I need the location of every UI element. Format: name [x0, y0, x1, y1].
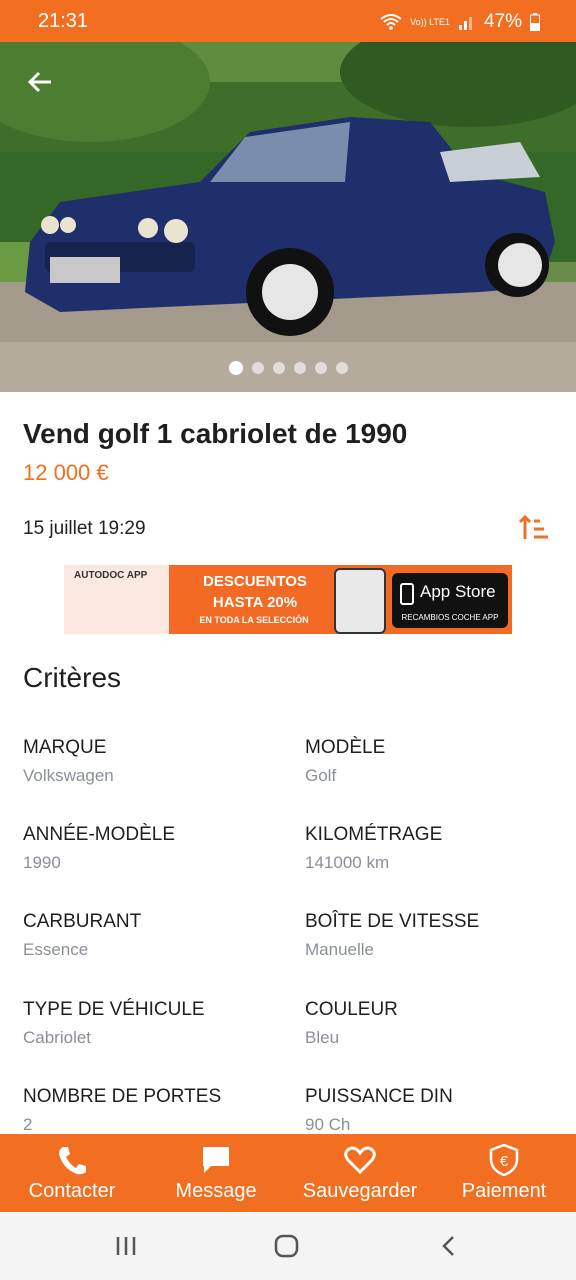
back-nav-icon[interactable]: [438, 1234, 458, 1258]
system-nav-bar: [0, 1212, 576, 1280]
app-store-badge[interactable]: App Store RECAMBIOS COCHE APP: [392, 573, 508, 628]
sort-button[interactable]: [518, 513, 550, 543]
criteria-value: Golf: [305, 766, 337, 785]
criteria-value: Essence: [23, 940, 89, 959]
listing-title: Vend golf 1 cabriolet de 1990: [23, 418, 408, 449]
criteria-label: NOMBRE DE PORTES: [23, 1086, 222, 1107]
car-photo[interactable]: [0, 42, 576, 392]
payment-label: Paiement: [461, 1180, 547, 1202]
action-bar: Contacter Message Sauvegarder € Paiement: [0, 1134, 576, 1212]
gallery-dot[interactable]: [251, 362, 264, 374]
contact-button[interactable]: Contacter: [0, 1134, 144, 1212]
criteria-item: COULEUR Bleu: [305, 999, 575, 1048]
ad-subtext: EN TODA LA SELECCIÓN: [199, 615, 309, 625]
save-label: Sauvegarder: [302, 1180, 418, 1202]
heart-icon: [344, 1146, 376, 1175]
criteria-label: TYPE DE VÉHICULE: [23, 999, 205, 1020]
payment-button[interactable]: € Paiement: [432, 1134, 576, 1212]
criteria-value: 1990: [23, 853, 61, 872]
wifi-icon: [380, 14, 402, 30]
criteria-heading: Critères: [23, 662, 122, 693]
listing-price: 12 000 €: [23, 460, 109, 485]
criteria-label: MODÈLE: [305, 737, 386, 758]
criteria-value: Bleu: [305, 1028, 340, 1047]
criteria-item: MARQUE Volkswagen: [23, 737, 293, 786]
criteria-value: 2: [23, 1115, 33, 1134]
chat-bubble-icon: [203, 1147, 229, 1173]
recent-apps-icon[interactable]: [114, 1234, 138, 1258]
ad-headline: DESCUENTOS: [203, 573, 307, 590]
gallery-dot[interactable]: [272, 362, 285, 374]
gallery-dot[interactable]: [314, 362, 327, 374]
criteria-value: 141000 km: [305, 853, 390, 872]
back-button[interactable]: [18, 62, 62, 102]
criteria-label: MARQUE: [23, 737, 107, 758]
listing-date: 15 juillet 19:29: [23, 518, 146, 539]
phone-icon: [59, 1147, 86, 1175]
criteria-item: CARBURANT Essence: [23, 911, 293, 960]
status-bar: 21:31 Vo)) LTE1 47%: [0, 0, 576, 42]
criteria-item: KILOMÉTRAGE 141000 km: [305, 824, 575, 873]
network-label: Vo)) LTE1: [410, 16, 450, 27]
status-time: 21:31: [38, 10, 89, 32]
criteria-value: Cabriolet: [23, 1028, 92, 1047]
criteria-value: Manuelle: [305, 940, 374, 959]
criteria-label: BOÎTE DE VITESSE: [305, 911, 480, 932]
criteria-value: Volkswagen: [23, 766, 114, 785]
arrow-left-icon: [27, 71, 51, 93]
criteria-label: ANNÉE-MODÈLE: [23, 824, 176, 845]
phone-icon: [400, 583, 414, 605]
criteria-label: COULEUR: [305, 999, 398, 1020]
battery-percent: 47%: [483, 11, 522, 32]
criteria-item: NOMBRE DE PORTES 2: [23, 1086, 293, 1135]
signal-icon: [458, 17, 472, 30]
gallery-pagination[interactable]: [0, 361, 576, 375]
battery-icon: [530, 13, 540, 31]
car-photo-illustration: [0, 42, 576, 392]
save-button[interactable]: Sauvegarder: [288, 1134, 432, 1212]
criteria-item: ANNÉE-MODÈLE 1990: [23, 824, 293, 873]
criteria-item: MODÈLE Golf: [305, 737, 575, 786]
app-store-label: App Store: [420, 582, 496, 601]
ad-banner[interactable]: AUTODOC APP DESCUENTOS HASTA 20% EN TODA…: [64, 565, 512, 634]
sort-ascending-icon: [518, 514, 548, 539]
criteria-label: PUISSANCE DIN: [305, 1086, 453, 1107]
criteria-label: CARBURANT: [23, 911, 142, 932]
home-icon[interactable]: [274, 1234, 300, 1258]
criteria-item: BOÎTE DE VITESSE Manuelle: [305, 911, 575, 960]
message-button[interactable]: Message: [144, 1134, 288, 1212]
gallery-dot[interactable]: [293, 362, 306, 374]
message-label: Message: [175, 1180, 257, 1202]
status-indicators: Vo)) LTE1 47%: [380, 11, 540, 33]
contact-label: Contacter: [28, 1180, 116, 1202]
criteria-item: TYPE DE VÉHICULE Cabriolet: [23, 999, 293, 1048]
ad-discount: HASTA 20%: [212, 594, 298, 611]
svg-text:€: €: [500, 1153, 509, 1170]
ad-phone-image: [334, 568, 386, 634]
criteria-label: KILOMÉTRAGE: [305, 824, 443, 845]
criteria-value: 90 Ch: [305, 1115, 351, 1134]
euro-shield-icon: €: [489, 1144, 519, 1176]
ad-brand: AUTODOC APP: [74, 570, 148, 581]
gallery-dot[interactable]: [335, 362, 348, 374]
app-store-sublabel: RECAMBIOS COCHE APP: [401, 613, 499, 622]
criteria-item: PUISSANCE DIN 90 Ch: [305, 1086, 575, 1135]
gallery-dot[interactable]: [228, 361, 243, 375]
